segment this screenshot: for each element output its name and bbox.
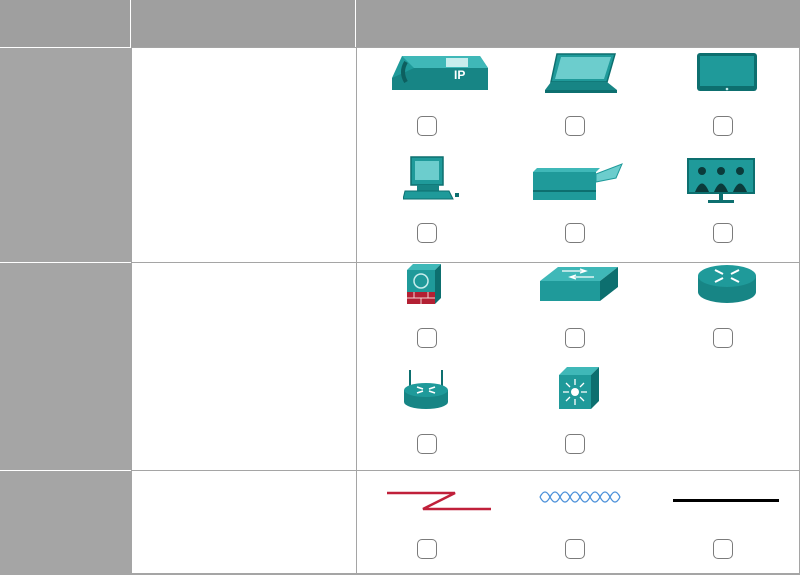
serial-link-checkbox[interactable] bbox=[417, 539, 437, 559]
tv-checkbox[interactable] bbox=[713, 116, 733, 136]
printer-checkbox[interactable] bbox=[565, 223, 585, 243]
ethernet-link-checkbox[interactable] bbox=[713, 539, 733, 559]
ip-phone-icon: IP bbox=[388, 50, 488, 95]
wireless-router-icon bbox=[402, 366, 450, 411]
pc-icon bbox=[402, 155, 461, 201]
svg-text:IP: IP bbox=[454, 68, 465, 82]
row2-description-cell bbox=[131, 262, 356, 470]
row3-description-cell bbox=[131, 470, 356, 575]
printer-icon bbox=[530, 160, 625, 202]
multilayer-switch-checkbox[interactable] bbox=[565, 434, 585, 454]
telepresence-icon bbox=[686, 157, 756, 205]
header-cell-2 bbox=[131, 0, 356, 47]
laptop-checkbox[interactable] bbox=[565, 116, 585, 136]
firewall-icon bbox=[405, 264, 443, 306]
header-cell-3 bbox=[356, 0, 800, 47]
switch-checkbox[interactable] bbox=[565, 328, 585, 348]
wireless-link-checkbox[interactable] bbox=[565, 539, 585, 559]
row1-description-cell bbox=[131, 47, 356, 262]
router-icon bbox=[696, 263, 758, 305]
router-checkbox[interactable] bbox=[713, 328, 733, 348]
wireless-router-checkbox[interactable] bbox=[417, 434, 437, 454]
wireless-link-icon bbox=[538, 485, 624, 509]
tv-icon bbox=[696, 52, 758, 94]
laptop-icon bbox=[545, 52, 617, 94]
pc-checkbox[interactable] bbox=[417, 223, 437, 243]
ethernet-link-icon bbox=[673, 499, 779, 502]
telepresence-checkbox[interactable] bbox=[713, 223, 733, 243]
ip-phone-checkbox[interactable] bbox=[417, 116, 437, 136]
row3-category-cell bbox=[0, 470, 131, 575]
firewall-checkbox[interactable] bbox=[417, 328, 437, 348]
serial-link-icon bbox=[385, 487, 493, 513]
multilayer-switch-icon bbox=[555, 365, 601, 411]
header-cell-1 bbox=[0, 0, 131, 47]
row1-category-cell bbox=[0, 47, 131, 262]
switch-icon bbox=[538, 265, 620, 303]
row2-category-cell bbox=[0, 262, 131, 470]
